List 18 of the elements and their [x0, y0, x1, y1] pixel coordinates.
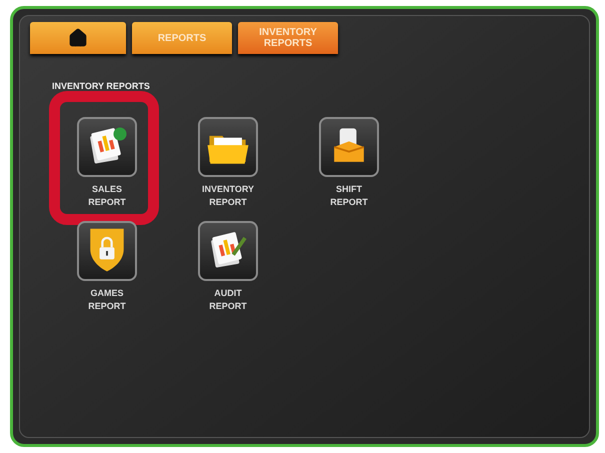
report-label: SALES REPORT [87, 182, 127, 208]
report-label: INVENTORY REPORT [200, 182, 255, 208]
shift-report-icon [319, 116, 379, 176]
report-label: AUDIT REPORT [208, 286, 248, 312]
report-button[interactable]: SALES REPORT [76, 116, 138, 208]
report-label: SHIFT REPORT [329, 182, 369, 208]
games-report-icon [77, 220, 137, 280]
home-tab[interactable] [30, 22, 126, 54]
audit-report-icon [198, 220, 258, 280]
report-button[interactable]: INVENTORY REPORT [197, 116, 259, 208]
report-button[interactable]: SHIFT REPORT [318, 116, 380, 208]
sales-report-icon [77, 116, 137, 176]
home-icon [68, 28, 88, 48]
section-title: INVENTORY REPORTS [52, 80, 150, 93]
report-button[interactable]: GAMES REPORT [76, 220, 138, 312]
report-button[interactable]: AUDIT REPORT [197, 220, 259, 312]
report-label: GAMES REPORT [87, 286, 127, 312]
inventory-report-icon [198, 116, 258, 176]
